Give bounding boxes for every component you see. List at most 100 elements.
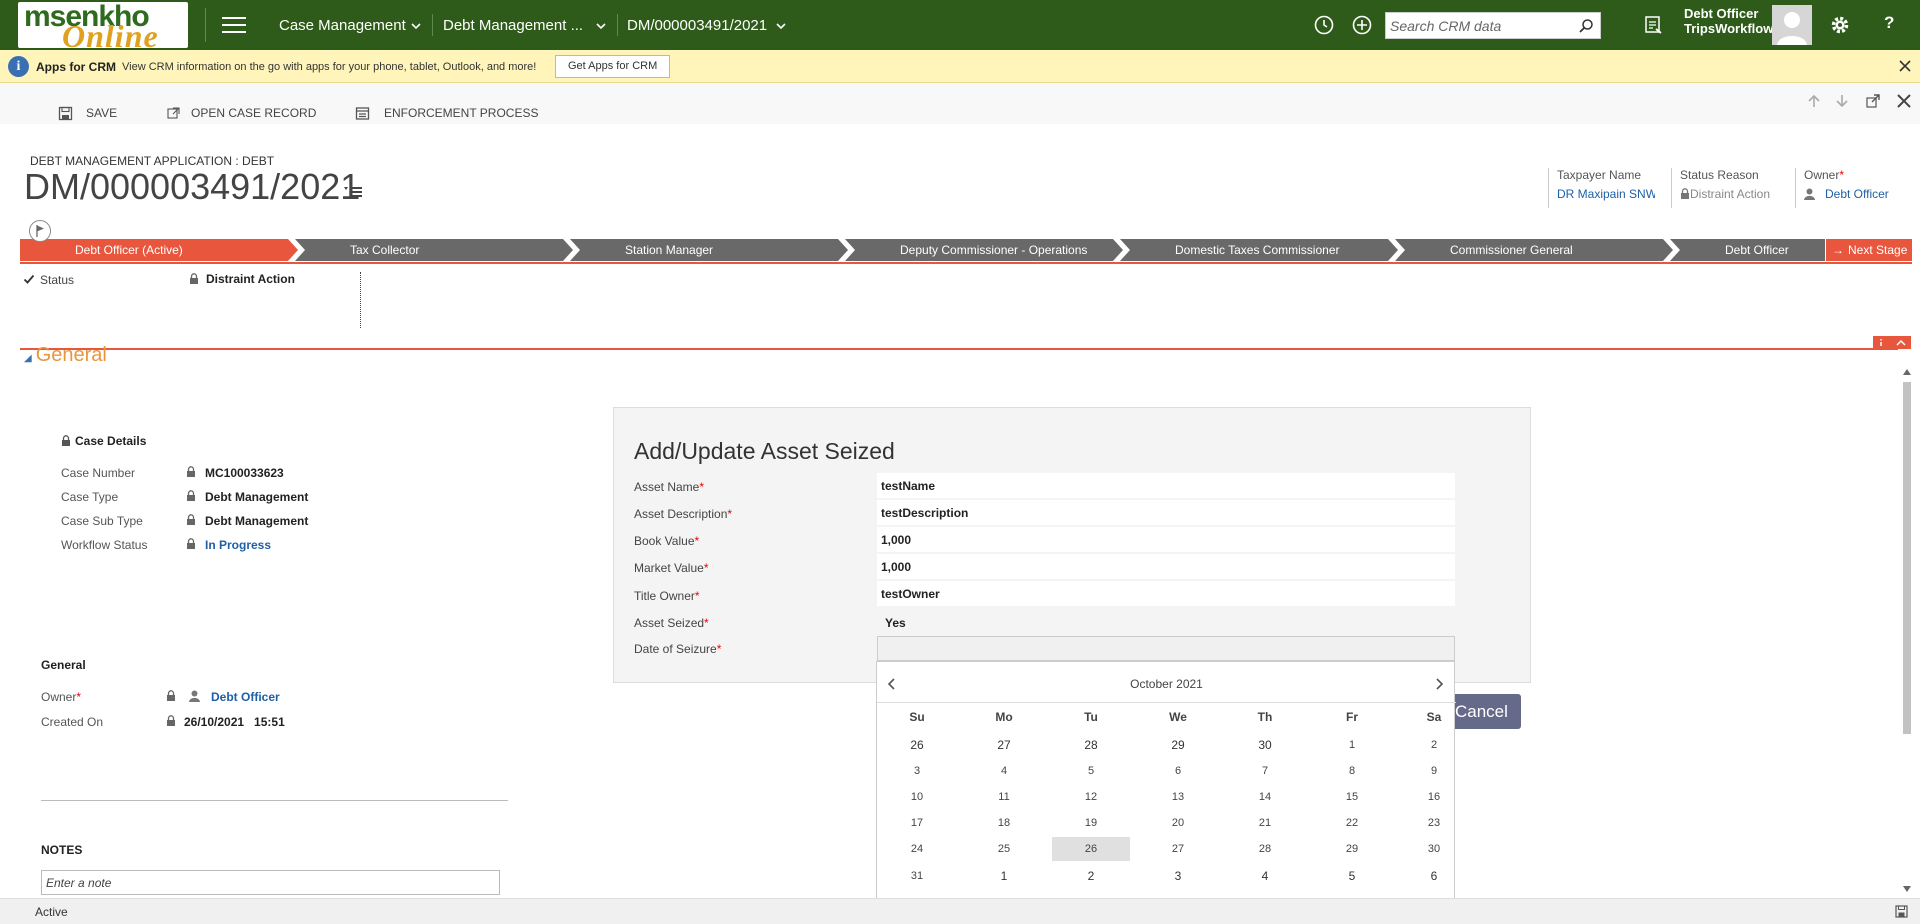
nav-area-case-management[interactable]: Case Management [279, 17, 406, 34]
calendar-day[interactable]: 19 [1052, 811, 1130, 835]
chevron-down-icon[interactable] [775, 20, 787, 32]
calendar-day[interactable]: 1 [965, 864, 1043, 888]
save-icon[interactable] [58, 106, 73, 121]
calendar-day[interactable]: 22 [1313, 811, 1391, 835]
calendar-day[interactable]: 7 [1226, 759, 1304, 783]
form-selector-menu-icon[interactable] [344, 185, 362, 199]
scroll-down-arrow-icon[interactable] [1902, 885, 1912, 893]
calendar-day[interactable]: 24 [878, 837, 956, 861]
calendar-day[interactable]: 28 [1226, 837, 1304, 861]
process-stage-2[interactable] [295, 239, 573, 261]
calendar-day[interactable]: 5 [1313, 864, 1391, 888]
calendar-day[interactable]: 27 [1139, 837, 1217, 861]
calendar-day[interactable]: 23 [1395, 811, 1473, 835]
create-plus-icon[interactable] [1350, 13, 1374, 37]
calendar-day[interactable]: 27 [965, 733, 1043, 757]
calendar-day[interactable]: 10 [878, 785, 956, 809]
gear-icon[interactable] [1829, 14, 1851, 36]
close-form-icon[interactable] [1897, 94, 1911, 108]
collapse-triangle-icon[interactable]: ◢ [24, 353, 32, 364]
owner-field-link[interactable]: Debt Officer [211, 690, 280, 704]
calendar-day[interactable]: 31 [878, 864, 956, 888]
calendar-day[interactable]: 2 [1052, 864, 1130, 888]
hamburger-menu-icon[interactable] [222, 14, 246, 36]
calendar-day[interactable]: 9 [1395, 759, 1473, 783]
avatar[interactable] [1772, 5, 1812, 45]
nav-entity-debt-management[interactable]: Debt Management ... [443, 17, 583, 34]
calendar-day[interactable]: 5 [1052, 759, 1130, 783]
pop-out-icon[interactable] [1866, 94, 1880, 108]
process-stage-label[interactable]: Debt Officer (Active) [75, 243, 183, 257]
dialog-field-input[interactable] [877, 527, 1455, 552]
save-icon[interactable] [1895, 905, 1908, 918]
owner-link[interactable]: Debt Officer [1825, 187, 1889, 201]
vertical-scrollbar[interactable] [1899, 366, 1915, 895]
calendar-day[interactable]: 29 [1139, 733, 1217, 757]
calendar-day[interactable]: 26 [878, 733, 956, 757]
calendar-day[interactable]: 3 [1139, 864, 1217, 888]
calendar-day[interactable]: 13 [1139, 785, 1217, 809]
date-of-seizure-input[interactable] [877, 636, 1455, 661]
dialog-field-input[interactable] [877, 554, 1455, 579]
scroll-up-arrow-icon[interactable] [1902, 368, 1912, 376]
enforcement-process-icon[interactable] [355, 106, 370, 121]
next-stage-button[interactable]: → Next Stage [1826, 239, 1912, 261]
section-toggle-controls[interactable] [1873, 336, 1911, 349]
calendar-day[interactable]: 30 [1226, 733, 1304, 757]
calendar-day[interactable]: 11 [965, 785, 1043, 809]
calendar-day[interactable]: 6 [1395, 864, 1473, 888]
calendar-day[interactable]: 16 [1395, 785, 1473, 809]
calendar-day[interactable]: 30 [1395, 837, 1473, 861]
chevron-down-icon[interactable] [410, 20, 422, 32]
calendar-day[interactable]: 6 [1139, 759, 1217, 783]
calendar-day[interactable]: 25 [965, 837, 1043, 861]
calendar-day[interactable]: 1 [1313, 733, 1391, 757]
chevron-down-icon[interactable] [595, 20, 607, 32]
logo[interactable]: msenkho Online [18, 2, 188, 48]
process-flag-icon[interactable] [29, 220, 51, 242]
process-stage-label[interactable]: Station Manager [625, 243, 713, 257]
enforcement-process-button[interactable]: ENFORCEMENT PROCESS [384, 106, 538, 120]
open-case-record-button[interactable]: OPEN CASE RECORD [191, 106, 316, 120]
calendar-day[interactable]: 2 [1395, 733, 1473, 757]
calendar-day[interactable]: 4 [1226, 864, 1304, 888]
calendar-day[interactable]: 17 [878, 811, 956, 835]
save-button[interactable]: SAVE [86, 106, 117, 120]
calendar-day[interactable]: 4 [965, 759, 1043, 783]
user-info[interactable]: Debt Officer TripsWorkflow [1684, 6, 1773, 36]
note-input[interactable] [41, 870, 500, 895]
calendar-day[interactable]: 26 [1052, 837, 1130, 861]
help-icon[interactable]: ? [1884, 13, 1894, 33]
close-icon[interactable] [1897, 58, 1913, 74]
history-clock-icon[interactable] [1312, 13, 1336, 37]
calendar-day[interactable]: 15 [1313, 785, 1391, 809]
calendar-day[interactable]: 3 [878, 759, 956, 783]
process-stage-label[interactable]: Commissioner General [1450, 243, 1573, 257]
asset-seized-value[interactable]: Yes [885, 616, 906, 630]
process-stage-label[interactable]: Debt Officer [1725, 243, 1789, 257]
scrollbar-thumb[interactable] [1903, 382, 1911, 734]
calendar-day[interactable]: 29 [1313, 837, 1391, 861]
taxpayer-name-link[interactable]: DR Maxipain SNW [1557, 187, 1655, 201]
process-stage-label[interactable]: Domestic Taxes Commissioner [1175, 243, 1340, 257]
section-heading-general[interactable]: ◢ General [24, 344, 107, 367]
calendar-day[interactable]: 28 [1052, 733, 1130, 757]
process-stage-label[interactable]: Deputy Commissioner - Operations [900, 243, 1087, 257]
previous-record-arrow-icon[interactable] [1807, 94, 1821, 108]
calendar-day[interactable]: 18 [965, 811, 1043, 835]
dialog-field-input[interactable] [877, 473, 1455, 498]
calendar-day[interactable]: 8 [1313, 759, 1391, 783]
get-apps-button[interactable]: Get Apps for CRM [555, 55, 671, 78]
calendar-day[interactable]: 12 [1052, 785, 1130, 809]
dialog-field-input[interactable] [877, 500, 1455, 525]
field-value[interactable]: In Progress [205, 538, 271, 552]
process-stage-label[interactable]: Tax Collector [350, 243, 419, 257]
open-record-icon[interactable] [166, 106, 181, 121]
calendar-day[interactable]: 14 [1226, 785, 1304, 809]
next-record-arrow-icon[interactable] [1835, 94, 1849, 108]
advanced-find-icon[interactable] [1644, 14, 1664, 36]
search-icon[interactable] [1578, 18, 1594, 34]
nav-record[interactable]: DM/000003491/2021 [627, 17, 767, 34]
search-input[interactable] [1390, 15, 1570, 36]
dialog-field-input[interactable] [877, 581, 1455, 606]
